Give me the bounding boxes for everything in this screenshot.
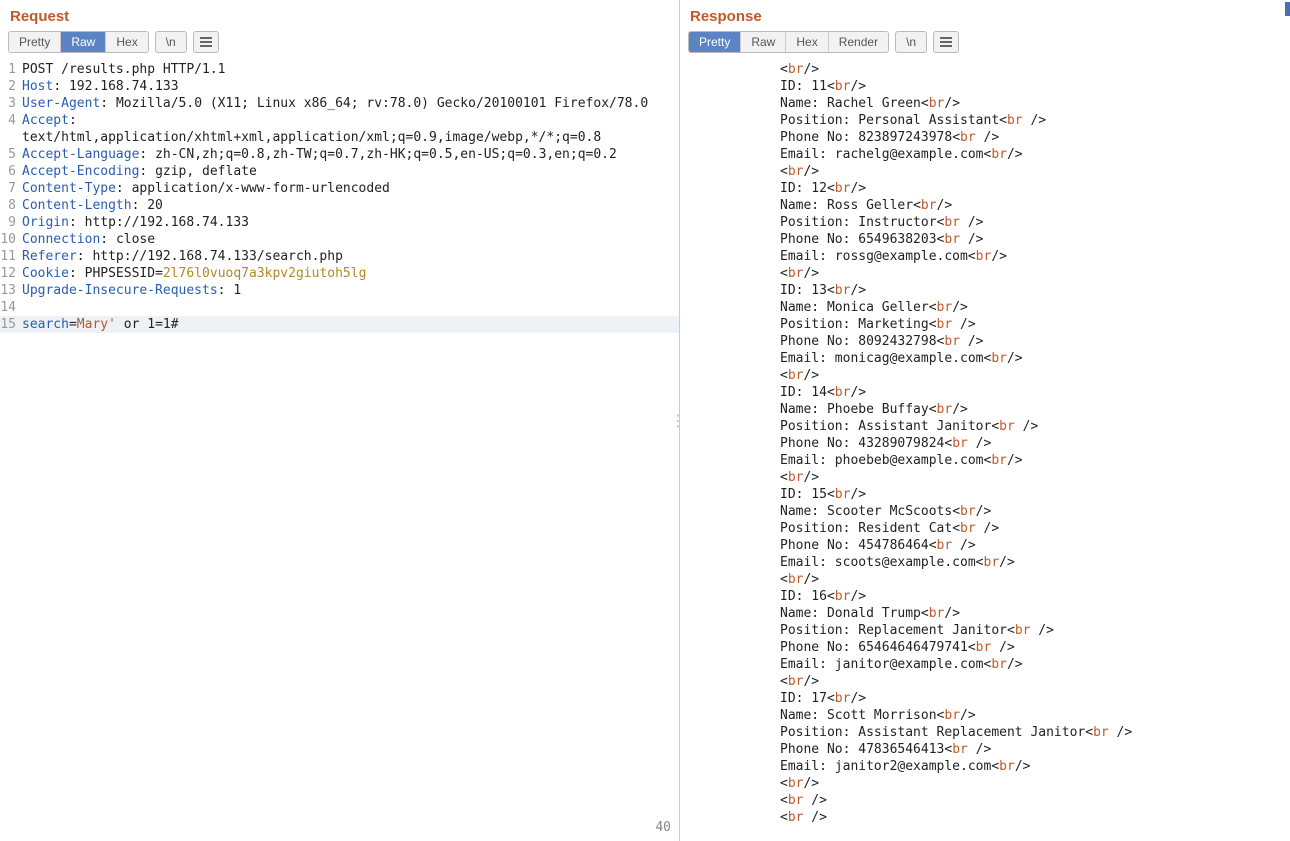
code-line[interactable]: text/html,application/xhtml+xml,applicat… xyxy=(0,129,679,146)
code-line[interactable]: Email: scoots@example.com<br/> xyxy=(680,554,1290,571)
code-line[interactable]: Phone No: 6549638203<br /> xyxy=(680,231,1290,248)
code-line[interactable]: <br/> xyxy=(680,367,1290,384)
code-line[interactable]: Position: Assistant Janitor<br /> xyxy=(680,418,1290,435)
code-line[interactable]: <br/> xyxy=(680,775,1290,792)
code-line[interactable]: Phone No: 43289079824<br /> xyxy=(680,435,1290,452)
code-line[interactable]: Name: Monica Geller<br/> xyxy=(680,299,1290,316)
code-line[interactable]: Phone No: 823897243978<br /> xyxy=(680,129,1290,146)
code-line[interactable]: Position: Resident Cat<br /> xyxy=(680,520,1290,537)
code-line[interactable]: Name: Scott Morrison<br/> xyxy=(680,707,1290,724)
code-line[interactable]: Phone No: 8092432798<br /> xyxy=(680,333,1290,350)
code-line[interactable]: Email: phoebeb@example.com<br/> xyxy=(680,452,1290,469)
code-line[interactable]: Phone No: 65464646479741<br /> xyxy=(680,639,1290,656)
code-line[interactable]: Name: Phoebe Buffay<br/> xyxy=(680,401,1290,418)
response-tab-render[interactable]: Render xyxy=(829,32,888,52)
code-line[interactable]: 4Accept: xyxy=(0,112,679,129)
code-line[interactable]: <br/> xyxy=(680,469,1290,486)
request-toolbar: Pretty Raw Hex \n xyxy=(0,31,679,59)
response-tab-hex[interactable]: Hex xyxy=(786,32,828,52)
response-toolbar: Pretty Raw Hex Render \n xyxy=(680,31,1290,59)
code-line[interactable]: <br /> xyxy=(680,809,1290,826)
code-line[interactable]: ID: 13<br/> xyxy=(680,282,1290,299)
code-line[interactable]: ID: 15<br/> xyxy=(680,486,1290,503)
request-tab-pretty[interactable]: Pretty xyxy=(9,32,61,52)
response-viewer[interactable]: <br/>ID: 11<br/>Name: Rachel Green<br/>P… xyxy=(680,59,1290,841)
code-line[interactable]: <br /> xyxy=(680,792,1290,809)
code-line[interactable]: Position: Instructor<br /> xyxy=(680,214,1290,231)
request-editor[interactable]: 1POST /results.php HTTP/1.12Host: 192.16… xyxy=(0,59,679,841)
code-line[interactable]: ID: 16<br/> xyxy=(680,588,1290,605)
code-line[interactable]: 11Referer: http://192.168.74.133/search.… xyxy=(0,248,679,265)
response-menu-button[interactable] xyxy=(933,31,959,53)
hamburger-icon xyxy=(940,37,952,47)
response-view-tabs: Pretty Raw Hex Render xyxy=(688,31,889,53)
request-tab-raw[interactable]: Raw xyxy=(61,32,106,52)
code-line[interactable]: Phone No: 454786464<br /> xyxy=(680,537,1290,554)
code-line[interactable]: Email: monicag@example.com<br/> xyxy=(680,350,1290,367)
code-line[interactable]: <br/> xyxy=(680,571,1290,588)
response-newline-toggle[interactable]: \n xyxy=(895,31,927,53)
code-line[interactable]: 8Content-Length: 20 xyxy=(0,197,679,214)
code-line[interactable]: 6Accept-Encoding: gzip, deflate xyxy=(0,163,679,180)
code-line[interactable]: <br/> xyxy=(680,61,1290,78)
code-line[interactable]: Name: Rachel Green<br/> xyxy=(680,95,1290,112)
code-line[interactable]: 14 xyxy=(0,299,679,316)
hamburger-icon xyxy=(200,37,212,47)
code-line[interactable]: 7Content-Type: application/x-www-form-ur… xyxy=(0,180,679,197)
code-line[interactable]: 3User-Agent: Mozilla/5.0 (X11; Linux x86… xyxy=(0,95,679,112)
code-line[interactable]: Email: rossg@example.com<br/> xyxy=(680,248,1290,265)
code-line[interactable]: Email: janitor2@example.com<br/> xyxy=(680,758,1290,775)
code-line[interactable]: <br/> xyxy=(680,265,1290,282)
code-line[interactable]: Email: janitor@example.com<br/> xyxy=(680,656,1290,673)
code-line[interactable]: Position: Replacement Janitor<br /> xyxy=(680,622,1290,639)
code-line[interactable]: Phone No: 47836546413<br /> xyxy=(680,741,1290,758)
response-tab-raw[interactable]: Raw xyxy=(741,32,786,52)
code-line[interactable]: 13Upgrade-Insecure-Requests: 1 xyxy=(0,282,679,299)
code-line[interactable]: 10Connection: close xyxy=(0,231,679,248)
code-line[interactable]: ID: 14<br/> xyxy=(680,384,1290,401)
code-line[interactable]: ID: 17<br/> xyxy=(680,690,1290,707)
code-line[interactable]: 9Origin: http://192.168.74.133 xyxy=(0,214,679,231)
code-line[interactable]: <br/> xyxy=(680,163,1290,180)
request-pane: Request Pretty Raw Hex \n 1POST /results… xyxy=(0,0,680,841)
code-line[interactable]: 12Cookie: PHPSESSID=2l76l0vuoq7a3kpv2giu… xyxy=(0,265,679,282)
code-line[interactable]: ID: 11<br/> xyxy=(680,78,1290,95)
code-line[interactable]: Email: rachelg@example.com<br/> xyxy=(680,146,1290,163)
response-pane: Response Pretty Raw Hex Render \n <br/>I… xyxy=(680,0,1290,841)
response-tab-pretty[interactable]: Pretty xyxy=(689,32,741,52)
code-line[interactable]: Position: Marketing<br /> xyxy=(680,316,1290,333)
code-line[interactable]: 5Accept-Language: zh-CN,zh;q=0.8,zh-TW;q… xyxy=(0,146,679,163)
response-title: Response xyxy=(680,0,1290,31)
code-line[interactable]: Position: Personal Assistant<br /> xyxy=(680,112,1290,129)
code-line[interactable]: Name: Donald Trump<br/> xyxy=(680,605,1290,622)
request-menu-button[interactable] xyxy=(193,31,219,53)
request-newline-toggle[interactable]: \n xyxy=(155,31,187,53)
request-tab-hex[interactable]: Hex xyxy=(106,32,147,52)
code-line[interactable]: 15search=Mary' or 1=1# xyxy=(0,316,679,333)
scroll-marker xyxy=(1285,2,1290,16)
code-line[interactable]: Name: Ross Geller<br/> xyxy=(680,197,1290,214)
code-line[interactable]: Name: Scooter McScoots<br/> xyxy=(680,503,1290,520)
code-line[interactable]: <br/> xyxy=(680,673,1290,690)
request-view-tabs: Pretty Raw Hex xyxy=(8,31,149,53)
code-line[interactable]: ID: 12<br/> xyxy=(680,180,1290,197)
request-title: Request xyxy=(0,0,679,31)
code-line[interactable]: Position: Assistant Replacement Janitor<… xyxy=(680,724,1290,741)
request-length-badge: 40 xyxy=(655,820,671,835)
code-line[interactable]: 2Host: 192.168.74.133 xyxy=(0,78,679,95)
code-line[interactable]: 1POST /results.php HTTP/1.1 xyxy=(0,61,679,78)
